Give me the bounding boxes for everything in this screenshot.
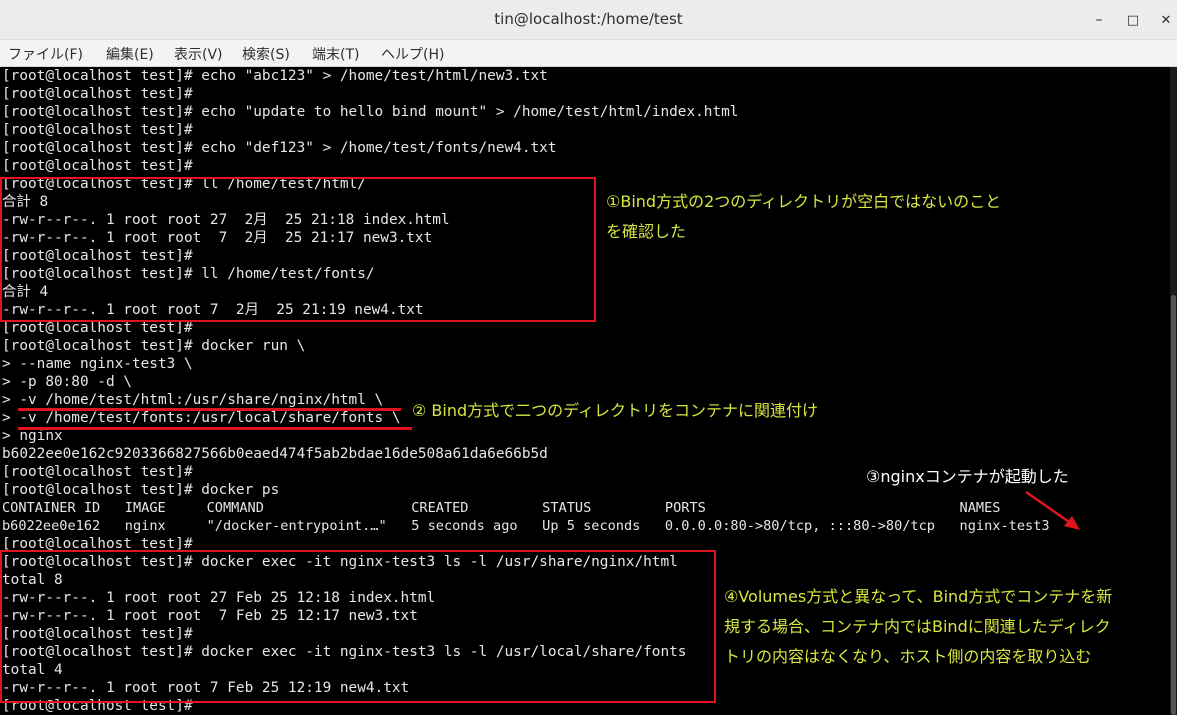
terminal-line: b6022ee0e162 nginx "/docker-entrypoint.…… bbox=[2, 518, 1050, 534]
annotation-3: ③nginxコンテナが起動した bbox=[866, 467, 1069, 486]
terminal-line: > -p 80:80 -d \ bbox=[2, 374, 132, 390]
terminal-line: [root@localhost test]# docker ps bbox=[2, 482, 280, 498]
terminal-line: [root@localhost test]# bbox=[2, 86, 193, 102]
terminal-line: > -v /home/test/fonts:/usr/local/share/f… bbox=[2, 410, 401, 426]
terminal-line: [root@localhost test]# echo "update to h… bbox=[2, 104, 739, 120]
annotation-4-line1: ④Volumes方式と異なって、Bind方式でコンテナを新 bbox=[724, 587, 1113, 606]
annotation-1-line1: ①Bind方式の2つのディレクトリが空白ではないのこと bbox=[606, 192, 1002, 211]
menu-file[interactable]: ファイル(F) bbox=[8, 44, 83, 64]
menu-help[interactable]: ヘルプ(H) bbox=[381, 44, 444, 64]
annotation-4-line3: トリの内容はなくなり、ホスト側の内容を取り込む bbox=[724, 647, 1092, 666]
terminal-line: > -v /home/test/html:/usr/share/nginx/ht… bbox=[2, 392, 384, 408]
menu-terminal[interactable]: 端末(T) bbox=[312, 44, 359, 64]
menu-bar: ファイル(F) 編集(E) 表示(V) 検索(S) 端末(T) ヘルプ(H) bbox=[0, 40, 1177, 67]
annotation-1: ①Bind方式の2つのディレクトリが空白ではないのこと を確認した bbox=[606, 187, 1001, 247]
annotation-2: ② Bind方式で二つのディレクトリをコンテナに関連付け bbox=[412, 401, 819, 420]
maximize-button[interactable]: □ bbox=[1123, 10, 1143, 30]
underline-volume-html bbox=[18, 408, 401, 411]
scrollbar-thumb[interactable] bbox=[1171, 295, 1176, 715]
arrow-icon bbox=[1025, 490, 1080, 530]
terminal-line: > --name nginx-test3 \ bbox=[2, 356, 193, 372]
menu-edit[interactable]: 編集(E) bbox=[106, 44, 154, 64]
terminal-line: b6022ee0e162c9203366827566b0eaed474f5ab2… bbox=[2, 446, 548, 462]
menu-view[interactable]: 表示(V) bbox=[174, 44, 223, 64]
annotation-1-line2: を確認した bbox=[606, 222, 687, 241]
close-button[interactable]: ✕ bbox=[1156, 10, 1176, 30]
terminal-line: [root@localhost test]# bbox=[2, 464, 193, 480]
highlight-box-host-listing bbox=[0, 177, 596, 322]
terminal-line: [root@localhost test]# bbox=[2, 122, 193, 138]
terminal-line: [root@localhost test]# echo "def123" > /… bbox=[2, 140, 557, 156]
title-bar: tin@localhost:/home/test – □ ✕ bbox=[0, 0, 1177, 40]
minimize-button[interactable]: – bbox=[1089, 10, 1109, 30]
annotation-4: ④Volumes方式と異なって、Bind方式でコンテナを新 規する場合、コンテナ… bbox=[724, 582, 1112, 672]
terminal-scrollbar[interactable] bbox=[1170, 67, 1177, 715]
menu-search[interactable]: 検索(S) bbox=[242, 44, 290, 64]
highlight-box-container-listing bbox=[0, 550, 716, 703]
terminal-line: CONTAINER ID IMAGE COMMAND CREATED STATU… bbox=[2, 500, 1001, 516]
terminal-line: [root@localhost test]# bbox=[2, 158, 193, 174]
terminal-line: [root@localhost test]# docker run \ bbox=[2, 338, 306, 354]
underline-volume-fonts bbox=[18, 427, 412, 430]
terminal-line: [root@localhost test]# echo "abc123" > /… bbox=[2, 68, 548, 84]
annotation-4-line2: 規する場合、コンテナ内ではBindに関連したディレク bbox=[724, 617, 1111, 636]
window-title: tin@localhost:/home/test bbox=[494, 10, 683, 28]
